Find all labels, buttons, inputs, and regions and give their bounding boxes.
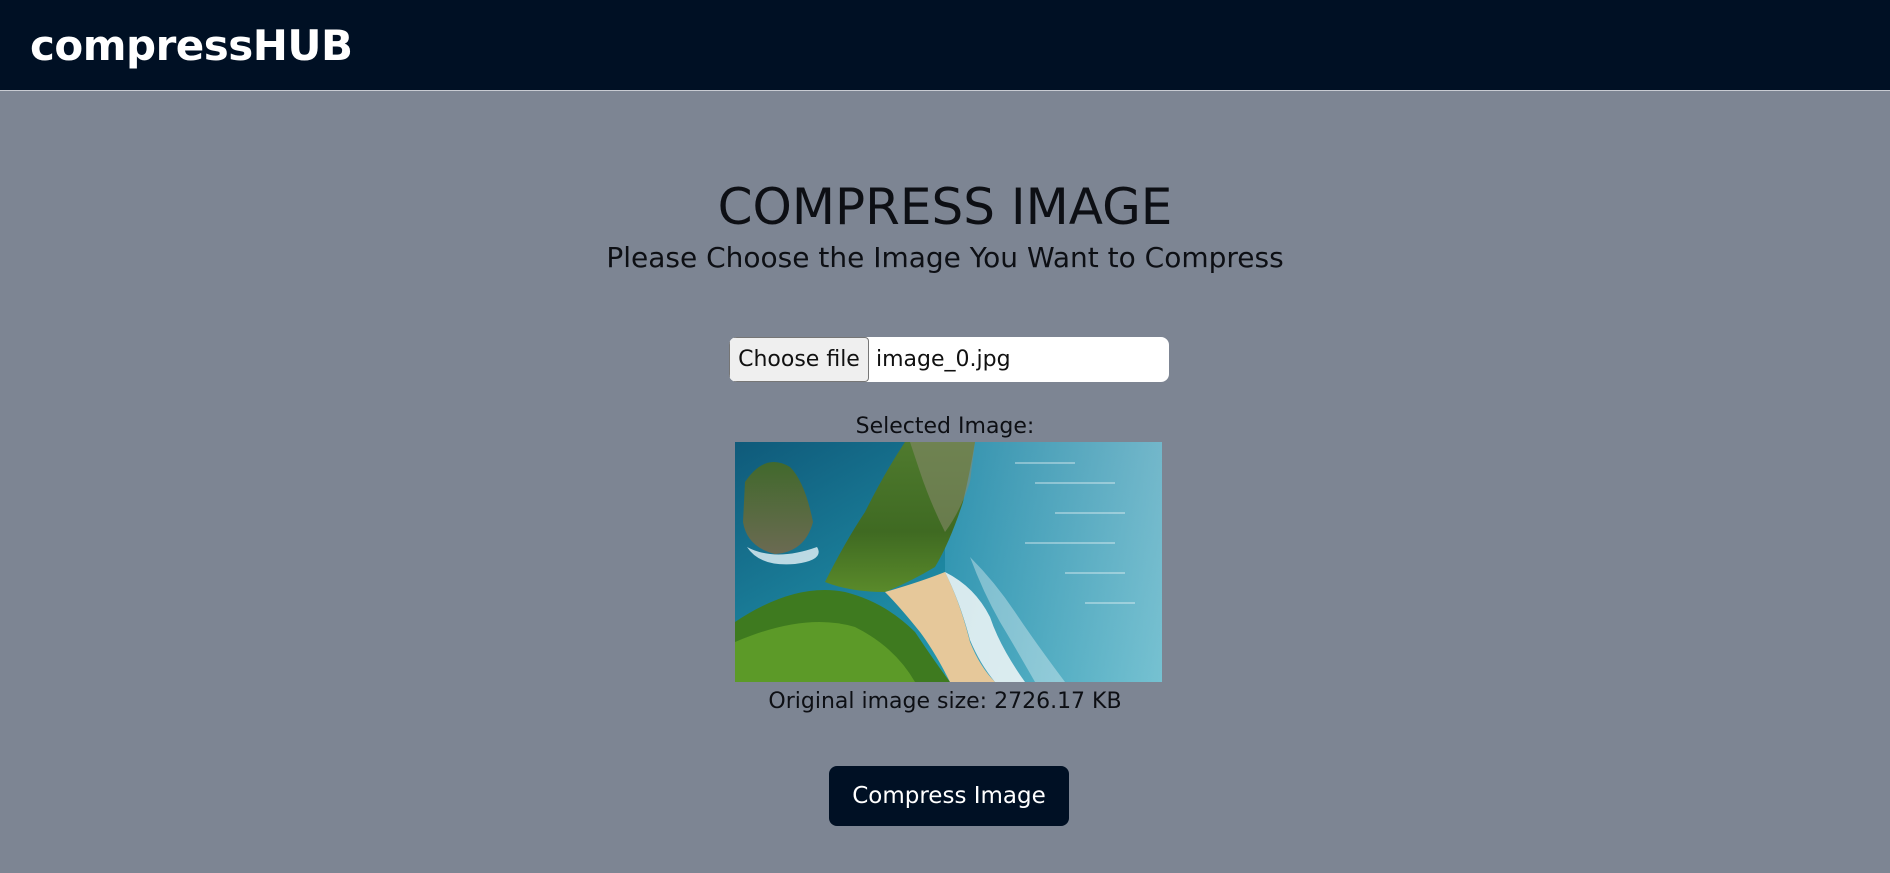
brand-logo-text[interactable]: compressHUB <box>30 18 353 74</box>
file-input[interactable]: Choose file image_0.jpg <box>729 337 1169 382</box>
selected-image-label: Selected Image: <box>855 414 1035 439</box>
choose-file-button[interactable]: Choose file <box>729 337 869 382</box>
page-subtitle: Please Choose the Image You Want to Comp… <box>606 241 1284 274</box>
compress-image-button[interactable]: Compress Image <box>829 766 1069 826</box>
selected-image-preview <box>735 442 1162 682</box>
selected-file-name: image_0.jpg <box>876 347 1011 372</box>
main-content: COMPRESS IMAGE Please Choose the Image Y… <box>0 92 1890 873</box>
page-title: COMPRESS IMAGE <box>717 178 1173 236</box>
navbar: compressHUB <box>0 0 1890 91</box>
original-size-text: Original image size: 2726.17 KB <box>768 689 1122 714</box>
